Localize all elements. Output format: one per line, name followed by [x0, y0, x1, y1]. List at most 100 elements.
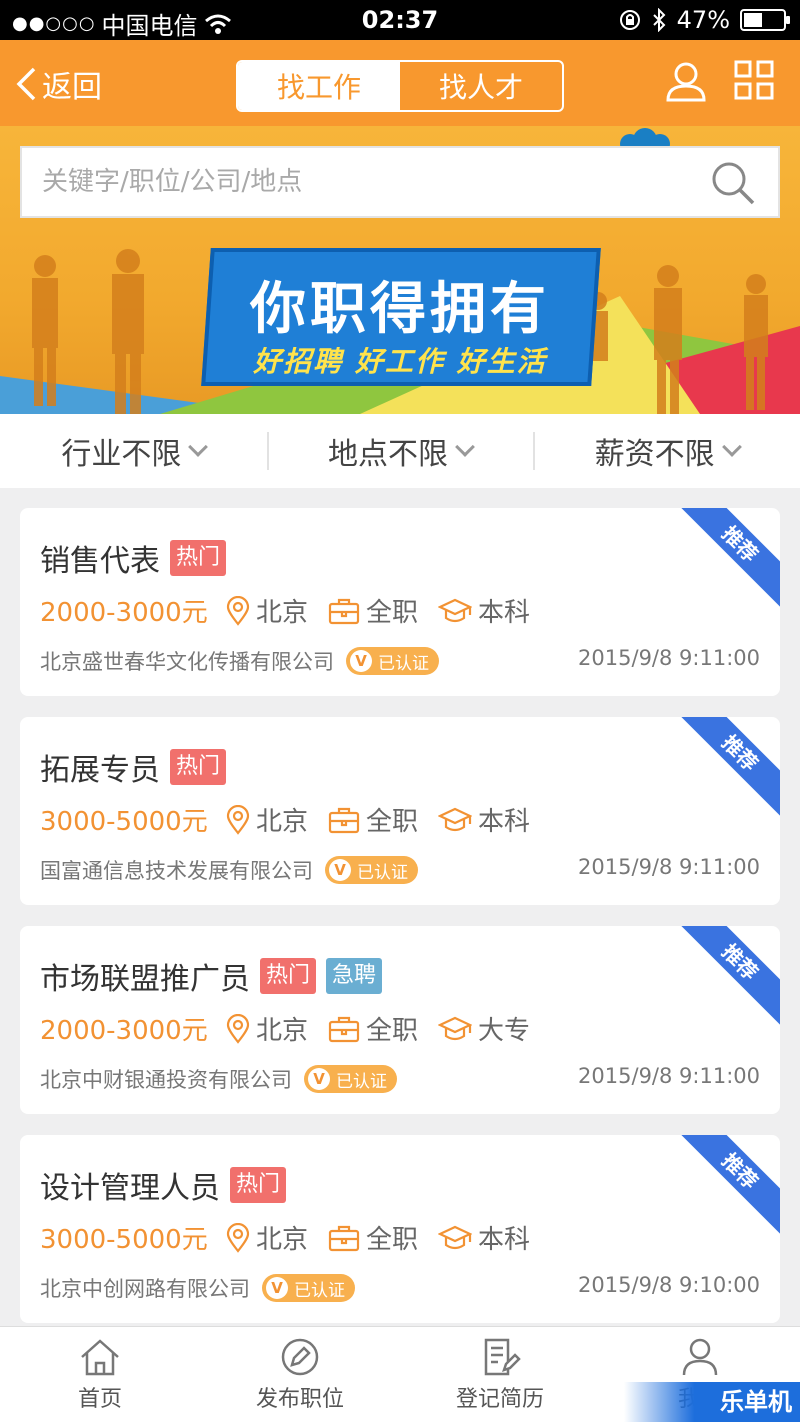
briefcase-icon [328, 807, 360, 833]
job-type-text: 全职 [366, 598, 419, 628]
hot-tag: 热门 [230, 1167, 287, 1203]
grid-menu-icon[interactable] [734, 60, 774, 100]
search-bar [20, 146, 780, 218]
job-type-text: 全职 [366, 807, 419, 837]
job-location-text: 北京 [256, 1225, 309, 1255]
chevron-left-icon [16, 67, 36, 101]
recommended-ribbon: 推荐 [672, 1135, 780, 1239]
job-location-text: 北京 [256, 598, 309, 628]
job-type-text: 全职 [366, 1225, 419, 1255]
job-title: 市场联盟推广员 [40, 962, 250, 997]
job-salary: 2000-3000元 [40, 598, 208, 628]
post-date: 2015/9/8 9:11:00 [578, 1064, 760, 1088]
battery-icon [740, 9, 790, 31]
company-row: 北京中创网路有限公司 V 已认证 [40, 1273, 355, 1303]
tab-post-job[interactable]: 发布职位 [200, 1327, 400, 1422]
resume-icon [484, 1338, 521, 1376]
user-icon[interactable] [664, 60, 708, 104]
tab-post-job-label: 发布职位 [255, 1387, 344, 1412]
filter-salary-label: 薪资不限 [594, 437, 715, 472]
briefcase-icon [328, 1225, 360, 1251]
verified-label: 已认证 [378, 653, 429, 674]
job-info-row: 2000-3000元 北京 全职 大专 [40, 1010, 550, 1047]
user-icon [682, 1338, 718, 1376]
job-info-row: 3000-5000元 北京 全职 本科 [40, 1219, 550, 1256]
job-location: 北京 [226, 592, 308, 629]
job-card[interactable]: 推荐 市场联盟推广员 热门 急聘 2000-3000元 北京 全职 大专 北京中财银通投资有限公… [20, 926, 780, 1114]
job-type: 全职 [328, 1010, 418, 1047]
job-education-text: 本科 [478, 598, 531, 628]
job-card[interactable]: 推荐 销售代表 热门 2000-3000元 北京 全职 本科 北京盛世春华文化传播有限公司 V 已… [20, 508, 780, 696]
graduation-cap-icon [438, 807, 473, 831]
graduation-cap-icon [438, 1016, 473, 1040]
verified-icon: V [350, 650, 372, 672]
chevron-down-icon [455, 437, 475, 457]
search-input[interactable] [42, 167, 702, 197]
job-education: 本科 [438, 1219, 530, 1256]
job-location-text: 北京 [256, 807, 309, 837]
job-education-text: 本科 [478, 807, 531, 837]
job-type: 全职 [328, 1219, 418, 1256]
job-title-row: 拓展专员 热门 [40, 745, 236, 789]
tab-resume[interactable]: 登记简历 [400, 1327, 600, 1422]
chevron-down-icon [721, 437, 742, 457]
recommended-ribbon: 推荐 [672, 717, 780, 821]
tab-home[interactable]: 首页 [0, 1327, 200, 1422]
post-date: 2015/9/8 9:11:00 [578, 855, 760, 879]
job-salary: 2000-3000元 [40, 1016, 208, 1046]
company-name: 北京中财银通投资有限公司 [40, 1068, 292, 1092]
filter-industry[interactable]: 行业不限 [0, 414, 267, 488]
briefcase-icon [328, 598, 360, 624]
job-education-text: 本科 [478, 1225, 531, 1255]
chevron-down-icon [188, 437, 209, 457]
back-label: 返回 [42, 70, 102, 105]
back-button[interactable]: 返回 [14, 62, 102, 106]
recommended-ribbon: 推荐 [672, 926, 780, 1030]
briefcase-icon [328, 1016, 360, 1042]
location-pin-icon [226, 804, 250, 835]
verified-icon: V [266, 1277, 288, 1299]
location-pin-icon [226, 595, 250, 626]
job-info-row: 2000-3000元 北京 全职 本科 [40, 592, 550, 629]
location-pin-icon [226, 1222, 250, 1253]
filter-industry-label: 行业不限 [61, 437, 182, 472]
job-location: 北京 [226, 1219, 308, 1256]
company-row: 北京盛世春华文化传播有限公司 V 已认证 [40, 646, 439, 676]
watermark-logo: 乐单机 [624, 1382, 800, 1422]
job-education: 本科 [438, 592, 530, 629]
tab-resume-label: 登记简历 [455, 1387, 544, 1412]
verified-label: 已认证 [294, 1280, 345, 1301]
job-card[interactable]: 推荐 设计管理人员 热门 3000-5000元 北京 全职 本科北京中创网路有限公司 V 已认证… [20, 1135, 780, 1323]
job-title-row: 设计管理人员 热门 [40, 1163, 296, 1207]
bottom-tab-bar: 首页 发布职位 登记简历 我的 乐单机 [0, 1326, 800, 1422]
job-education: 本科 [438, 801, 530, 838]
company-name: 北京中创网路有限公司 [40, 1277, 250, 1301]
verified-badge: V 已认证 [346, 647, 439, 675]
graduation-cap-icon [438, 598, 473, 622]
bluetooth-icon [652, 8, 666, 32]
filter-location-label: 地点不限 [328, 437, 448, 472]
tab-find-talent[interactable]: 找人才 [400, 62, 562, 110]
job-education: 大专 [438, 1010, 530, 1047]
tab-find-job[interactable]: 找工作 [238, 62, 400, 110]
promo-banner[interactable]: 你职得拥有 好招聘 好工作 好生活 [0, 126, 800, 414]
nav-bar: 返回 找工作 找人才 [0, 40, 800, 126]
filter-location[interactable]: 地点不限 [266, 414, 534, 488]
recommended-ribbon: 推荐 [672, 508, 780, 612]
verified-icon: V [329, 859, 351, 881]
filter-salary[interactable]: 薪资不限 [533, 414, 800, 488]
job-salary: 3000-5000元 [40, 1225, 208, 1255]
status-bar: ●●○○○ 中国电信 02:37 47% [0, 0, 800, 40]
search-icon[interactable] [710, 160, 756, 206]
job-card[interactable]: 推荐 拓展专员 热门 3000-5000元 北京 全职 本科 国富通信息技术发展有限公司 V 已认… [20, 717, 780, 905]
post-date: 2015/9/8 9:11:00 [578, 646, 760, 670]
hot-tag: 热门 [260, 958, 317, 994]
tab-home-label: 首页 [77, 1387, 122, 1412]
company-row: 北京中财银通投资有限公司 V 已认证 [40, 1064, 397, 1094]
job-education-text: 大专 [478, 1016, 531, 1046]
rotation-lock-icon [619, 10, 640, 30]
graduation-cap-icon [438, 1225, 473, 1249]
verified-icon: V [308, 1068, 330, 1090]
job-info-row: 3000-5000元 北京 全职 本科 [40, 801, 550, 838]
job-title-row: 市场联盟推广员 热门 急聘 [40, 954, 392, 998]
